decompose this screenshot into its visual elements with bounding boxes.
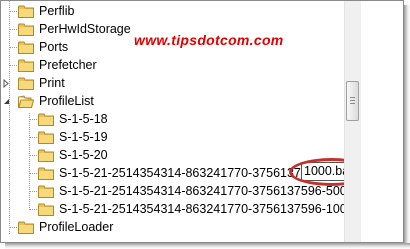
values-pane[interactable]	[361, 1, 403, 242]
tree-item-s-1-5-21-1000-bak[interactable]: S-1-5-21-2514354314-863241770-3756137596…	[38, 199, 377, 219]
folder-icon	[38, 149, 54, 162]
scrollbar-grip	[350, 97, 355, 98]
tree-line	[9, 29, 17, 30]
tree-line	[29, 173, 37, 174]
tree-item-prefetcher[interactable]: Prefetcher	[18, 55, 97, 75]
open-folder-icon	[18, 94, 34, 108]
registry-key-tree: Perflib PerHwIdStorage Ports Prefetcher …	[1, 1, 377, 242]
tree-line	[29, 119, 37, 120]
tree-line	[9, 1, 10, 234]
tree-line	[9, 227, 17, 228]
scrollbar-grip	[350, 103, 355, 104]
tree-item-ports[interactable]: Ports	[18, 37, 68, 57]
tree-item-label: Print	[39, 76, 65, 90]
folder-icon	[18, 59, 34, 72]
tree-item-s-1-5-19[interactable]: S-1-5-19	[38, 127, 108, 147]
tree-item-label: S-1-5-21-2514354314-863241770-3756137596…	[59, 184, 347, 198]
folder-icon	[18, 41, 34, 54]
tree-item-label: Perflib	[39, 4, 75, 18]
folder-icon	[18, 5, 34, 18]
folder-icon	[38, 113, 54, 126]
tree-item-label: ProfileLoader	[39, 220, 114, 234]
tree-line	[9, 47, 17, 48]
folder-icon	[38, 131, 54, 144]
tree-item-label: S-1-5-21-2514354314-863241770-3756137596…	[59, 166, 326, 180]
folder-icon	[18, 77, 34, 90]
tree-item-renaming-key[interactable]: S-1-5-21-2514354314-863241770-3756137596…	[38, 163, 326, 183]
folder-icon	[38, 167, 54, 180]
tree-item-label: S-1-5-20	[59, 148, 108, 162]
folder-icon	[18, 23, 34, 36]
tree-item-s-1-5-21-500[interactable]: S-1-5-21-2514354314-863241770-3756137596…	[38, 181, 347, 201]
tree-item-label: ProfileList	[39, 94, 94, 108]
tree-line	[29, 191, 37, 192]
tree-item-label: S-1-5-18	[59, 112, 108, 126]
tree-line	[9, 65, 17, 66]
tree-line	[9, 11, 17, 12]
tree-line	[29, 113, 30, 210]
scrollbar-thumb[interactable]	[346, 81, 359, 121]
tree-item-profilelist[interactable]: ProfileList	[18, 91, 94, 111]
window-shadow	[5, 243, 410, 249]
tree-item-label: S-1-5-19	[59, 130, 108, 144]
tree-line	[29, 209, 37, 210]
tree-item-s-1-5-18[interactable]: S-1-5-18	[38, 109, 108, 129]
tree-item-label: Prefetcher	[39, 58, 97, 72]
tree-line	[29, 155, 37, 156]
tree-item-label: S-1-5-21-2514354314-863241770-3756137596…	[59, 202, 378, 216]
tree-item-perhwidstorage[interactable]: PerHwIdStorage	[18, 19, 131, 39]
tree-item-perflib[interactable]: Perflib	[18, 1, 74, 21]
watermark-text: www.tipsdotcom.com	[134, 32, 284, 48]
tree-item-s-1-5-20[interactable]: S-1-5-20	[38, 145, 108, 165]
tree-item-label: Ports	[39, 40, 69, 54]
collapse-arrow-icon[interactable]	[2, 97, 11, 106]
tree-item-label: PerHwIdStorage	[39, 22, 131, 36]
vertical-scrollbar[interactable]	[344, 1, 361, 242]
tree-item-print[interactable]: Print	[18, 73, 65, 93]
window-shadow	[404, 5, 410, 249]
expand-arrow-icon[interactable]	[2, 79, 11, 88]
registry-editor-window: Perflib PerHwIdStorage Ports Prefetcher …	[0, 0, 404, 243]
tree-line	[29, 137, 37, 138]
folder-icon	[38, 203, 54, 216]
folder-icon	[18, 221, 34, 234]
scrollbar-grip	[350, 100, 355, 101]
folder-icon	[38, 185, 54, 198]
tree-item-profileloader[interactable]: ProfileLoader	[18, 217, 113, 237]
